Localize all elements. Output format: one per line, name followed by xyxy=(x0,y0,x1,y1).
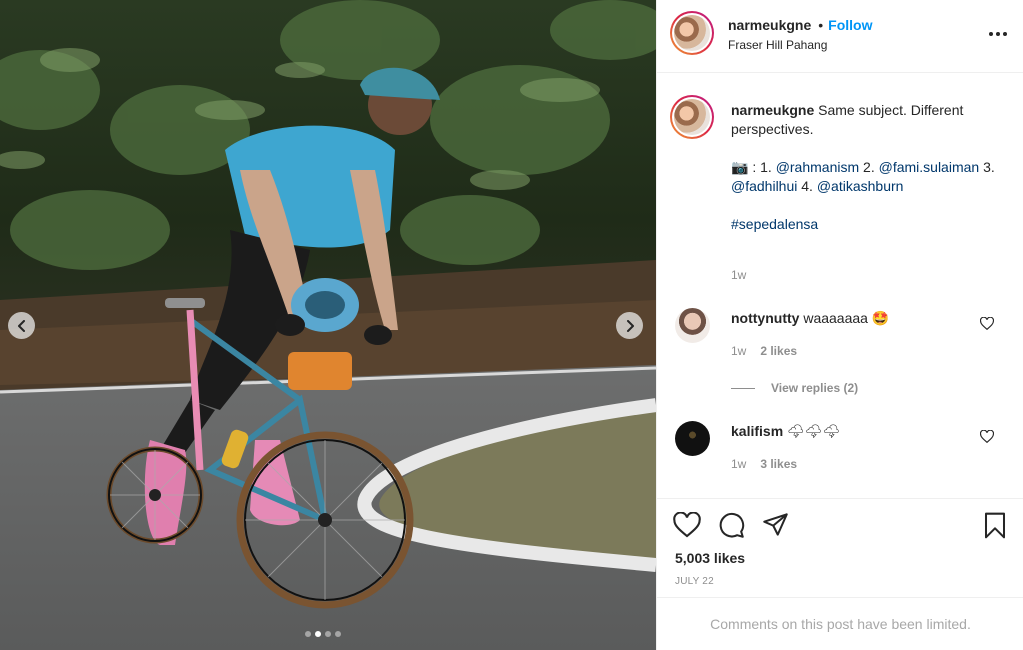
comment-likes[interactable]: 3 likes xyxy=(760,457,797,471)
comment-text: 🌩🌩🌩 xyxy=(787,423,841,439)
post-header: narmeukgne • Follow Fraser Hill Pahang xyxy=(657,0,1023,73)
next-image-button[interactable] xyxy=(616,312,643,339)
post-panel: narmeukgne • Follow Fraser Hill Pahang n… xyxy=(656,0,1023,650)
view-replies-button[interactable]: View replies (2) xyxy=(731,381,858,395)
carousel-dot xyxy=(305,631,311,637)
separator-dot: • xyxy=(818,17,824,33)
share-icon[interactable] xyxy=(762,512,789,537)
view-replies-label: View replies (2) xyxy=(771,381,859,395)
comment-icon[interactable] xyxy=(718,512,745,539)
post-date[interactable]: JULY 22 xyxy=(675,576,714,587)
post-location[interactable]: Fraser Hill Pahang xyxy=(728,38,827,52)
carousel-dot xyxy=(335,631,341,637)
commenter-username[interactable]: kalifism xyxy=(731,423,783,439)
previous-image-button[interactable] xyxy=(8,312,35,339)
author-avatar[interactable] xyxy=(670,11,714,55)
mention-link[interactable]: @fadhilhui xyxy=(731,178,797,194)
comment-age[interactable]: 1w xyxy=(731,457,746,471)
post-actions: 5,003 likes JULY 22 xyxy=(657,498,1023,598)
author-username[interactable]: narmeukgne xyxy=(728,17,811,33)
bookmark-icon[interactable] xyxy=(983,512,1007,539)
caption-author-avatar[interactable] xyxy=(670,95,714,139)
comments-limited-notice: Comments on this post have been limited. xyxy=(657,597,1023,650)
more-options-icon[interactable] xyxy=(989,26,1009,42)
post-photo xyxy=(0,0,656,650)
comment-heart-icon[interactable] xyxy=(980,430,994,443)
comment-heart-icon[interactable] xyxy=(980,317,994,330)
caption-sep: 2. xyxy=(863,159,875,175)
caption-line-prefix: : 1. xyxy=(752,159,772,175)
comment-text: waaaaaaa 🤩 xyxy=(803,310,890,326)
chevron-left-icon xyxy=(17,319,25,332)
carousel-dot xyxy=(325,631,331,637)
comment-age[interactable]: 1w xyxy=(731,344,746,358)
carousel-dot-active xyxy=(315,631,321,637)
comments-section[interactable]: narmeukgne Same subject. Different persp… xyxy=(657,74,1023,498)
carousel-indicator xyxy=(305,631,341,637)
commenter-avatar[interactable] xyxy=(675,421,710,456)
mention-link[interactable]: @rahmanism xyxy=(776,159,859,175)
heart-icon[interactable] xyxy=(673,512,701,538)
caption-sep: 3. xyxy=(983,159,995,175)
post-caption: narmeukgne Same subject. Different persp… xyxy=(731,101,1001,234)
hashtag-link[interactable]: #sepedalensa xyxy=(731,216,818,232)
commenter-username[interactable]: nottynutty xyxy=(731,310,799,326)
likes-count[interactable]: 5,003 likes xyxy=(675,550,745,566)
camera-emoji: 📷 xyxy=(731,159,749,175)
follow-button[interactable]: Follow xyxy=(828,17,872,33)
mention-link[interactable]: @fami.sulaiman xyxy=(879,159,980,175)
caption-sep: 4. xyxy=(801,178,813,194)
caption-username[interactable]: narmeukgne xyxy=(731,102,814,118)
caption-age[interactable]: 1w xyxy=(731,268,746,282)
comment-likes[interactable]: 2 likes xyxy=(760,344,797,358)
chevron-right-icon xyxy=(626,319,634,332)
post-media[interactable] xyxy=(0,0,656,650)
mention-link[interactable]: @atikashburn xyxy=(817,178,904,194)
commenter-avatar[interactable] xyxy=(675,308,710,343)
